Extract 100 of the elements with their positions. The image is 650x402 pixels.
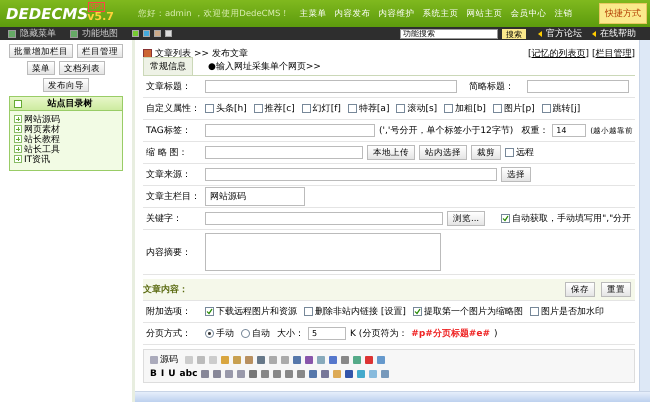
toolbar-link[interactable]: 功能地图 — [82, 27, 118, 40]
checkbox[interactable] — [302, 104, 311, 113]
tree-item[interactable]: 站长工具 — [24, 142, 60, 156]
checkbox[interactable] — [348, 104, 357, 113]
book-icon — [143, 48, 152, 58]
field-label: 关键字： — [145, 212, 183, 225]
page-marker-text: #p#分页标题#e# — [411, 328, 490, 340]
field-label: 文章主栏目： — [145, 190, 201, 203]
checkbox[interactable] — [505, 148, 514, 157]
toolbar-link[interactable]: 在线帮助 — [600, 27, 636, 40]
form-button[interactable]: 保存 — [565, 282, 595, 297]
checkbox[interactable] — [205, 104, 214, 113]
horizontal-scrollbar[interactable] — [135, 391, 650, 402]
tree-title: 站点目录树 — [46, 97, 94, 110]
hint-text: (','号分开，单个标签小于12字节) — [379, 124, 514, 137]
input-field[interactable] — [527, 80, 629, 93]
tree-item[interactable]: 网页素材 — [24, 122, 60, 136]
theme-swatch-icon[interactable] — [165, 30, 172, 37]
checkbox-label: 删除非站内链接 [设置] — [315, 306, 406, 318]
form-button[interactable]: 站内选择 — [419, 145, 467, 160]
theme-swatch-icon[interactable] — [154, 30, 161, 37]
toolbar-link[interactable]: 官方论坛 — [546, 27, 582, 40]
checkbox[interactable] — [530, 307, 539, 316]
tree-item[interactable]: 网站源码 — [24, 112, 60, 126]
field-label: 文章来源： — [145, 168, 192, 181]
checkbox-label: 提取第一个图片为缩略图 — [424, 306, 523, 318]
radio-label: 手动 — [216, 328, 234, 340]
theme-swatch-icon[interactable] — [132, 30, 139, 37]
vertical-scrollbar[interactable] — [639, 40, 650, 391]
checkbox[interactable] — [412, 307, 422, 316]
breadcrumb-link[interactable]: 文章列表 — [155, 46, 191, 60]
form-button[interactable]: 选择 — [501, 167, 531, 182]
checkbox-label: 幻灯[f] — [312, 102, 341, 115]
tab[interactable]: 常规信息 — [143, 57, 193, 75]
checkbox[interactable] — [444, 104, 454, 113]
input-field[interactable]: 14 — [552, 124, 586, 137]
browse-button[interactable]: 浏览... — [447, 211, 486, 226]
field-label: 内容摘要： — [145, 246, 192, 258]
radio-button[interactable] — [241, 329, 250, 338]
input-field[interactable] — [205, 212, 443, 225]
version-label: v5.7 — [87, 10, 114, 23]
format-button[interactable]: U — [168, 369, 176, 379]
sidebar-button[interactable]: 发布向导 — [43, 78, 89, 92]
source-button[interactable]: 源码 — [150, 353, 178, 366]
field-label: 自定义属性： — [145, 102, 201, 115]
search-field[interactable]: 功能搜索 — [400, 28, 498, 38]
tree-item[interactable]: 站长教程 — [24, 132, 60, 146]
format-button[interactable]: I — [160, 369, 164, 379]
field-label: 权重： — [521, 124, 548, 137]
section-title: 文章内容： — [143, 283, 188, 296]
shortcut-dropdown[interactable]: 快捷方式 — [599, 3, 647, 24]
format-button[interactable]: abc — [180, 369, 198, 379]
field-label: 大小： — [277, 328, 304, 340]
search-button[interactable]: 搜索 — [502, 28, 526, 38]
input-field[interactable] — [205, 168, 497, 181]
checkbox-label: 推荐[c] — [264, 102, 295, 115]
checkbox[interactable] — [492, 104, 502, 113]
field-label: 分页方式： — [145, 328, 192, 340]
field-label: 缩 略 图： — [145, 146, 189, 159]
input-field[interactable]: 5 — [308, 327, 346, 340]
checkbox-label: 下载远程图片和资源 — [216, 306, 297, 318]
checkbox-label: 图片是否加水印 — [540, 306, 604, 318]
sidebar-button[interactable]: 栏目管理 — [77, 44, 123, 58]
checkbox[interactable] — [304, 307, 313, 316]
header-link[interactable]: [记忆的列表页] — [528, 46, 589, 60]
checkbox[interactable] — [254, 104, 263, 113]
checkbox-label: 加粗[b] — [455, 102, 486, 115]
hint-text: K (分页符为： — [350, 328, 408, 340]
checkbox[interactable] — [396, 104, 406, 113]
checkbox-label: 滚动[s] — [407, 102, 438, 115]
tree-item[interactable]: IT资讯 — [24, 152, 50, 166]
field-label: TAG标签： — [145, 124, 192, 137]
radio-button[interactable] — [205, 329, 214, 338]
field-label: 附加选项： — [145, 306, 192, 318]
input-field[interactable] — [205, 80, 457, 93]
checkbox-label: 特荐[a] — [358, 102, 390, 115]
input-field[interactable] — [205, 124, 375, 137]
tab[interactable]: ●输入网址采集单个网页>> — [201, 57, 328, 75]
column-select[interactable]: 网站源码 — [205, 187, 305, 206]
form-button[interactable]: 裁剪 — [471, 145, 501, 160]
field-label: 简略标题： — [469, 80, 515, 93]
welcome-text: 您好：admin ，欢迎使用DedeCMS！ — [138, 8, 290, 20]
input-field[interactable] — [205, 146, 363, 159]
field-label: 文章标题： — [145, 80, 192, 93]
sidebar-button[interactable]: 批量增加栏目 — [9, 44, 73, 58]
form-button[interactable]: 重置 — [601, 282, 631, 297]
theme-swatch-icon[interactable] — [143, 30, 150, 37]
radio-label: 自动 — [252, 328, 270, 340]
summary-textarea[interactable] — [205, 233, 441, 271]
format-button[interactable]: B — [150, 369, 157, 379]
hint-text: ) — [494, 328, 498, 338]
checkbox-label: 跳转[j] — [552, 102, 580, 115]
form-button[interactable]: 本地上传 — [367, 145, 415, 160]
sidebar-button[interactable]: 菜单 — [27, 61, 55, 75]
checkbox[interactable] — [205, 307, 214, 316]
header-link[interactable]: [栏目管理] — [592, 46, 635, 60]
sidebar-button[interactable]: 文档列表 — [59, 61, 105, 75]
checkbox[interactable] — [501, 214, 510, 223]
checkbox[interactable] — [542, 104, 551, 113]
toolbar-link[interactable]: 隐藏菜单 — [20, 27, 56, 40]
